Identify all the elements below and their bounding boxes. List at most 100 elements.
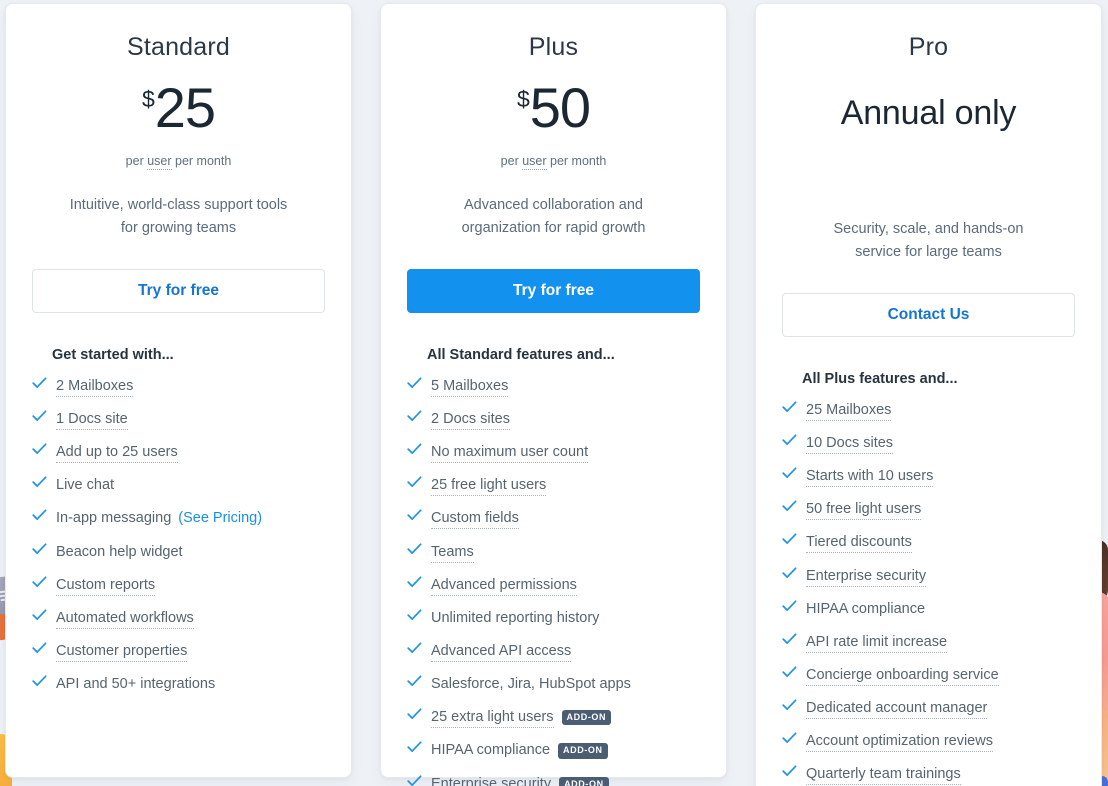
feature-text-wrap: 2 Mailboxes <box>56 377 134 397</box>
check-icon <box>407 543 422 555</box>
feature-label[interactable]: Add up to 25 users <box>56 444 178 464</box>
plan-price: $25 <box>32 80 325 142</box>
plan-tagline-line1: Intuitive, world-class support tools <box>69 197 288 213</box>
feature-label[interactable]: Tiered discounts <box>806 534 912 554</box>
feature-label[interactable]: 50 free light users <box>806 501 922 521</box>
price-note-term[interactable]: user <box>147 154 172 170</box>
feature-text-wrap: Quarterly team trainings <box>806 765 961 786</box>
feature-text-wrap: Live chat <box>56 476 114 494</box>
price-note-term[interactable]: user <box>522 154 547 170</box>
pricing-card-pro: Pro Annual only Security, scale, and hands… <box>755 3 1102 786</box>
feature-label: HIPAA compliance <box>806 600 926 617</box>
feature-label[interactable]: Customer properties <box>56 642 188 662</box>
feature-label[interactable]: Dedicated account manager <box>806 700 988 720</box>
pricing-card-plus: Plus $50 per user per month Advanced collab… <box>380 3 727 786</box>
feature-label[interactable]: Concierge onboarding service <box>806 666 999 686</box>
feature-item: Starts with 10 users <box>782 467 1075 488</box>
plan-tagline: Security, scale, and hands-on service for… <box>782 218 1075 265</box>
feature-item: API and 50+ integrations <box>32 675 325 693</box>
check-icon <box>32 576 47 588</box>
feature-item: Quarterly team trainings <box>782 765 1075 786</box>
feature-item: Unlimited reporting history <box>407 609 700 627</box>
feature-item: API rate limit increase <box>782 633 1075 653</box>
currency-symbol: $ <box>516 86 530 112</box>
feature-label[interactable]: 2 Docs sites <box>431 411 510 431</box>
see-pricing-link[interactable]: (See Pricing) <box>178 510 262 526</box>
plan-price: $50 <box>407 80 700 142</box>
feature-text-wrap: Salesforce, Jira, HubSpot apps <box>431 675 631 693</box>
feature-text-wrap: 50 free light users <box>806 500 922 521</box>
feature-item: Advanced permissions <box>407 576 700 596</box>
check-icon <box>782 500 797 512</box>
feature-label[interactable]: 2 Mailboxes <box>56 377 134 397</box>
feature-label[interactable]: Advanced API access <box>431 642 572 662</box>
check-icon <box>782 533 797 545</box>
check-icon <box>782 666 797 678</box>
feature-label[interactable]: 25 Mailboxes <box>806 401 892 421</box>
check-icon <box>782 567 797 579</box>
feature-text-wrap: HIPAA compliance <box>806 600 925 618</box>
feature-text-wrap: In-app messaging (See Pricing) <box>56 509 262 527</box>
price-note-prefix: per <box>125 154 148 168</box>
feature-label[interactable]: No maximum user count <box>431 444 589 464</box>
check-icon <box>407 775 422 786</box>
feature-label[interactable]: API rate limit increase <box>806 633 948 653</box>
plan-tagline-line2: organization for rapid growth <box>461 220 646 237</box>
feature-text-wrap: 1 Docs site <box>56 410 128 431</box>
check-icon <box>782 699 797 711</box>
feature-item: Enterprise security <box>782 567 1075 587</box>
plan-name: Pro <box>908 33 949 61</box>
check-icon <box>32 410 47 422</box>
feature-text-wrap: Account optimization reviews <box>806 732 993 753</box>
annual-only-label: Annual only <box>840 94 1017 132</box>
cta-button-pro[interactable]: Contact Us <box>782 292 1075 337</box>
check-icon <box>32 509 47 521</box>
feature-text-wrap: Enterprise security <box>806 567 927 587</box>
check-icon <box>407 410 422 422</box>
check-icon <box>407 443 422 455</box>
feature-text-wrap: Dedicated account manager <box>806 699 988 720</box>
add-on-badge: ADD-ON <box>559 776 609 786</box>
feature-text-wrap: API and 50+ integrations <box>56 675 215 693</box>
feature-item: 2 Mailboxes <box>32 377 325 397</box>
plan-name: Standard <box>126 33 231 61</box>
feature-item: Live chat <box>32 476 325 494</box>
feature-item: Beacon help widget <box>32 543 325 561</box>
feature-item: Customer properties <box>32 642 325 662</box>
feature-label[interactable]: Automated workflows <box>56 609 194 629</box>
feature-item: 2 Docs sites <box>407 410 700 431</box>
features-heading: All Plus features and... <box>802 370 958 387</box>
feature-label[interactable]: 5 Mailboxes <box>431 377 509 397</box>
check-icon <box>407 741 422 753</box>
feature-label: Unlimited reporting history <box>431 609 600 626</box>
feature-text-wrap: Starts with 10 users <box>806 467 934 488</box>
feature-item: No maximum user count <box>407 443 700 464</box>
feature-label[interactable]: Enterprise security <box>806 567 927 587</box>
feature-label[interactable]: Starts with 10 users <box>806 468 934 488</box>
feature-label[interactable]: Custom reports <box>56 576 156 596</box>
feature-label[interactable]: Quarterly team trainings <box>806 766 961 786</box>
pricing-card-standard: Standard $25 per user per month Intuitive, … <box>5 3 352 778</box>
feature-label[interactable]: 1 Docs site <box>56 411 128 431</box>
features-heading: All Standard features and... <box>427 346 615 363</box>
check-icon <box>782 467 797 479</box>
feature-item: Advanced API access <box>407 642 700 662</box>
feature-label[interactable]: Account optimization reviews <box>806 733 993 753</box>
feature-text-wrap: 25 Mailboxes <box>806 401 892 421</box>
check-icon <box>32 609 47 621</box>
check-icon <box>782 765 797 777</box>
feature-label[interactable]: Advanced permissions <box>431 576 577 596</box>
plan-tagline-line1: Security, scale, and hands-on <box>833 221 1024 237</box>
feature-text-wrap: 25 free light users <box>431 476 547 497</box>
feature-text-wrap: 2 Docs sites <box>431 410 510 431</box>
feature-label[interactable]: Custom fields <box>431 510 519 530</box>
feature-label[interactable]: 25 free light users <box>431 477 547 497</box>
cta-button-plus[interactable]: Try for free <box>407 268 700 313</box>
feature-label[interactable]: Enterprise security <box>431 775 552 786</box>
check-icon <box>407 476 422 488</box>
feature-label[interactable]: 25 extra light users <box>431 709 554 729</box>
cta-button-standard[interactable]: Try for free <box>32 268 325 313</box>
feature-label: Beacon help widget <box>56 543 183 560</box>
feature-label[interactable]: Teams <box>431 543 474 563</box>
feature-label[interactable]: 10 Docs sites <box>806 435 894 455</box>
